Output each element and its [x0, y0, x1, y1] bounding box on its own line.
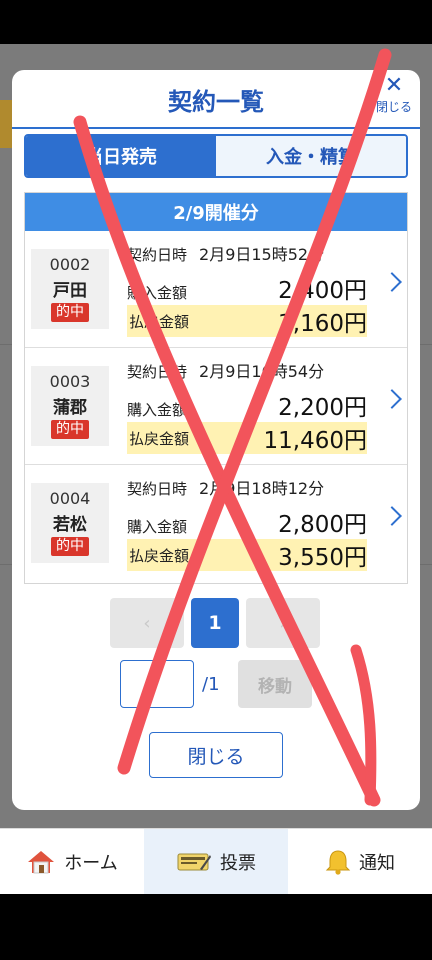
pagination: ‹ 1 ›: [110, 598, 320, 648]
nav-home[interactable]: ホーム: [0, 829, 144, 895]
total-pages: /1: [202, 674, 220, 695]
modal-header: 契約一覧 ✕ 閉じる: [12, 70, 420, 129]
tab-deposit-settlement[interactable]: 入金・精算: [216, 136, 406, 176]
venue-name: 蒲郡: [53, 398, 87, 418]
venue-name: 戸田: [53, 281, 87, 301]
system-nav-area: [0, 894, 432, 960]
contract-number: 0003: [49, 372, 91, 391]
bottom-nav: ホーム 投票 通知: [0, 828, 432, 895]
contract-row[interactable]: 0003 蒲郡 的中 契約日時 2月9日16時54分 購入金額 2,200円 払戻金…: [25, 348, 407, 465]
purchase-label: 購入金額: [127, 284, 188, 302]
purchase-value: 2,200円: [278, 395, 367, 421]
nav-vote[interactable]: 投票: [144, 829, 288, 895]
contract-number: 0004: [49, 489, 91, 508]
home-icon: [28, 851, 55, 874]
purchase-value: 2,800円: [278, 512, 367, 538]
ticket-icon: [177, 853, 211, 871]
modal-close-label: 閉じる: [375, 100, 412, 114]
venue-name: 若松: [53, 515, 87, 535]
close-button[interactable]: 閉じる: [149, 732, 283, 778]
next-page-button[interactable]: ›: [246, 598, 320, 648]
close-icon: ✕: [384, 73, 404, 98]
venue-box: 0002 戸田 的中: [31, 249, 109, 329]
venue-box: 0003 蒲郡 的中: [31, 366, 109, 446]
purchase-label: 購入金額: [127, 518, 188, 536]
contract-time-value: 2月9日16時54分: [199, 362, 325, 381]
payout-label: 払戻金額: [129, 312, 190, 331]
move-button[interactable]: 移動: [238, 660, 312, 708]
modal-title: 契約一覧: [168, 88, 264, 116]
status-bar: [0, 0, 432, 44]
contract-time-label: 契約日時: [127, 480, 188, 498]
contract-row[interactable]: 0002 戸田 的中 契約日時 2月9日15時52分 購入金額 2,400円 払戻金…: [25, 231, 407, 348]
nav-vote-label: 投票: [220, 853, 256, 874]
payout-value: 3,550円: [278, 545, 367, 571]
bell-icon: [325, 850, 351, 875]
payout-label: 払戻金額: [129, 429, 190, 448]
contract-time-value: 2月9日18時12分: [199, 479, 325, 498]
nav-notice-label: 通知: [359, 853, 395, 874]
hit-badge: 的中: [51, 303, 89, 322]
contract-list: 2/9開催分 0002 戸田 的中 契約日時 2月9日15時52分 購入金額 2,4…: [24, 192, 408, 584]
current-page-button[interactable]: 1: [191, 598, 239, 648]
modal-close-button[interactable]: ✕ 閉じる: [374, 74, 414, 115]
contract-time-label: 契約日時: [127, 246, 188, 264]
contract-time-value: 2月9日15時52分: [199, 245, 325, 264]
payout-label: 払戻金額: [129, 546, 190, 565]
date-header: 2/9開催分: [25, 193, 407, 231]
tab-bar: 当日発売 入金・精算: [24, 134, 408, 178]
contract-row[interactable]: 0004 若松 的中 契約日時 2月9日18時12分 購入金額 2,800円 払戻金…: [25, 465, 407, 582]
tab-today-sales[interactable]: 当日発売: [26, 136, 216, 176]
payout-value: 11,460円: [263, 428, 367, 454]
contract-number: 0002: [49, 255, 91, 274]
contract-list-modal: 契約一覧 ✕ 閉じる 当日発売 入金・精算 2/9開催分 0002 戸田 的中 …: [12, 70, 420, 810]
page-number-input[interactable]: [120, 660, 194, 708]
payout-value: 3,160円: [278, 311, 367, 337]
hit-badge: 的中: [51, 420, 89, 439]
hit-badge: 的中: [51, 537, 89, 556]
nav-home-label: ホーム: [64, 853, 118, 874]
contract-time-label: 契約日時: [127, 363, 188, 381]
chevron-right-icon: [382, 506, 402, 526]
chevron-right-icon: [382, 389, 402, 409]
purchase-value: 2,400円: [278, 278, 367, 304]
nav-notice[interactable]: 通知: [288, 829, 432, 895]
venue-box: 0004 若松 的中: [31, 483, 109, 563]
chevron-right-icon: [382, 272, 402, 292]
purchase-label: 購入金額: [127, 401, 188, 419]
prev-page-button[interactable]: ‹: [110, 598, 184, 648]
